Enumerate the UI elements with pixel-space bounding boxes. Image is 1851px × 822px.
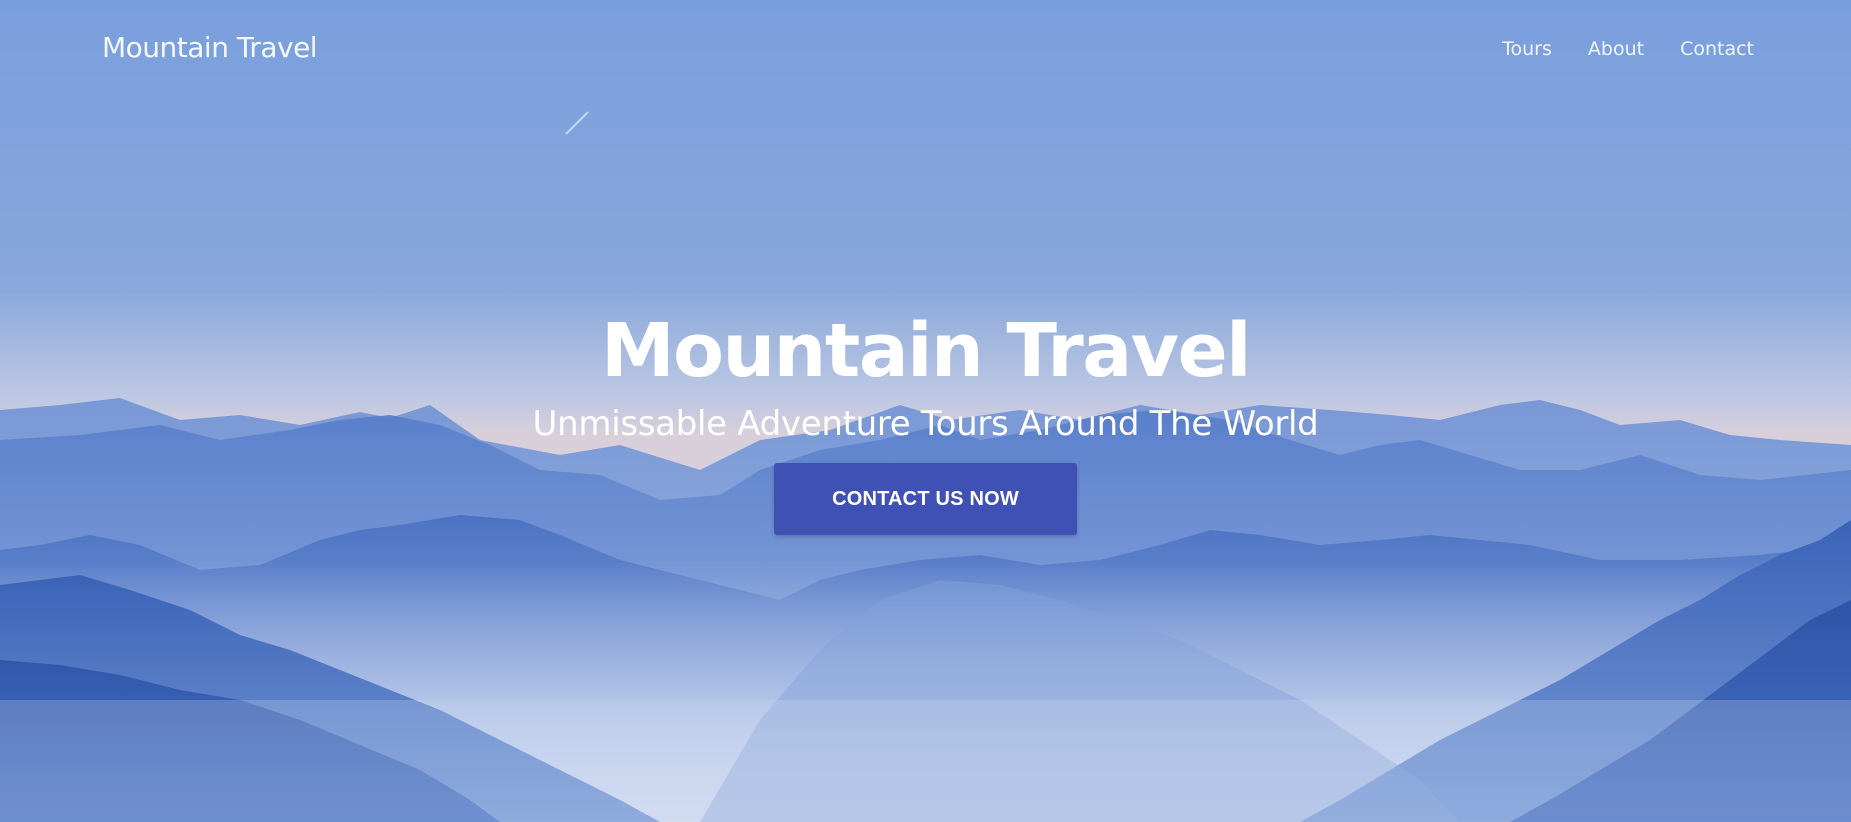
nav-link-about[interactable]: About bbox=[1588, 38, 1644, 60]
brand-logo-link[interactable]: Mountain Travel bbox=[102, 31, 318, 64]
nav-link-tours[interactable]: Tours bbox=[1502, 38, 1552, 60]
hero-subtitle: Unmissable Adventure Tours Around The Wo… bbox=[532, 404, 1319, 444]
nav-links: Tours About Contact bbox=[1466, 38, 1754, 60]
contact-us-button[interactable]: CONTACT US NOW bbox=[774, 463, 1077, 535]
nav-link-contact[interactable]: Contact bbox=[1680, 38, 1754, 60]
top-navbar: Mountain Travel Tours About Contact bbox=[0, 0, 1851, 100]
hero-title: Mountain Travel bbox=[600, 308, 1252, 394]
hero-content: Mountain Travel Unmissable Adventure Tou… bbox=[0, 305, 1851, 535]
hero-section: Mountain Travel Tours About Contact Moun… bbox=[0, 0, 1851, 822]
